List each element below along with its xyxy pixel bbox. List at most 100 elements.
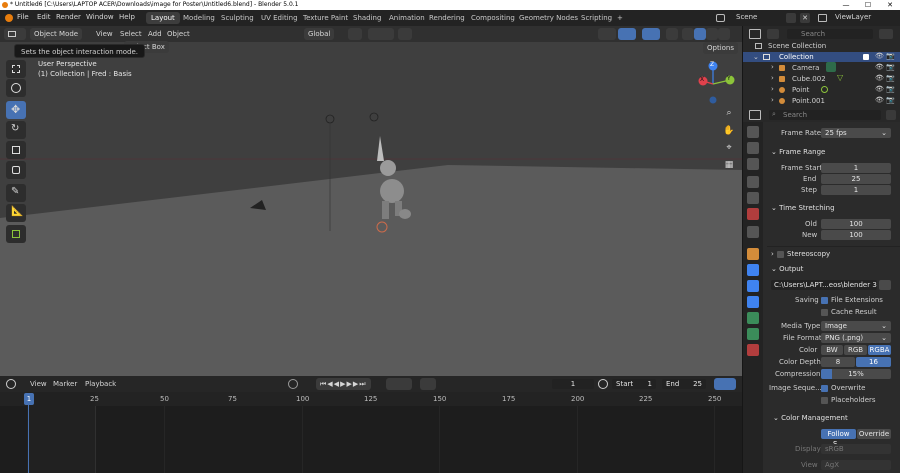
old-field[interactable]: 100: [821, 219, 891, 229]
collection-eye-icon[interactable]: 👁: [875, 52, 884, 60]
point001-expand-icon[interactable]: ›: [771, 96, 774, 104]
cube-eye-icon[interactable]: 👁: [875, 74, 884, 82]
copy-scene-icon[interactable]: [786, 13, 796, 23]
zoom-view-button[interactable]: ⌕: [722, 106, 736, 120]
output-tab-icon[interactable]: [747, 158, 759, 170]
cube-mesh-icon[interactable]: ▽: [837, 73, 843, 82]
override-button[interactable]: Override: [857, 429, 891, 439]
menu-file[interactable]: File: [17, 13, 29, 21]
frame-range-header[interactable]: ⌄ Frame Range: [771, 148, 825, 156]
frame-step-field[interactable]: 1: [821, 185, 891, 195]
color-rgb-button[interactable]: RGB: [844, 345, 867, 355]
xray-icon[interactable]: [666, 28, 678, 40]
tab-geometry-nodes[interactable]: Geometry Nodes: [514, 12, 583, 24]
point001-eye-icon[interactable]: 👁: [875, 96, 884, 104]
follow-scene-button[interactable]: Follow S...: [821, 429, 856, 448]
outliner-editor-icon[interactable]: [749, 29, 761, 39]
properties-search-input[interactable]: Search: [769, 110, 881, 120]
playback-controls[interactable]: ⏮◀◀▶▶▶⏭: [316, 378, 371, 390]
point-light-2[interactable]: [369, 112, 379, 122]
tab-modeling[interactable]: Modeling: [178, 12, 220, 24]
frame-end-field[interactable]: 25: [821, 174, 891, 184]
auto-keying-icon[interactable]: [420, 378, 436, 390]
color-management-header[interactable]: ⌄ Color Management: [773, 414, 848, 422]
point001-render-icon[interactable]: 📷: [886, 96, 895, 104]
world-tab-icon[interactable]: [747, 208, 759, 220]
color-rgba-button[interactable]: RGBA: [868, 345, 891, 355]
tab-layout[interactable]: Layout: [146, 12, 180, 24]
tab-compositing[interactable]: Compositing: [466, 12, 520, 24]
visibility-icon[interactable]: [598, 28, 616, 40]
point-expand-icon[interactable]: ›: [771, 85, 774, 93]
tool-cursor[interactable]: [6, 79, 26, 97]
scene-tab-icon[interactable]: [747, 192, 759, 204]
playhead-marker[interactable]: 1: [24, 393, 34, 405]
depth-16-button[interactable]: 16: [856, 357, 891, 367]
output-path-field[interactable]: C:\Users\LAPT...eos\blender 3d\: [771, 280, 877, 290]
point-light-1[interactable]: [325, 114, 335, 124]
keyframe-nav-icon[interactable]: [386, 378, 412, 390]
clock-icon[interactable]: [6, 379, 16, 389]
color-bw-button[interactable]: BW: [821, 345, 843, 355]
editor-type-button[interactable]: [4, 28, 26, 40]
tool-scale[interactable]: [6, 141, 26, 159]
tab-uv-editing[interactable]: UV Editing: [256, 12, 303, 24]
outliner-funnel-icon[interactable]: [879, 29, 893, 39]
render-tab-icon[interactable]: [747, 142, 759, 154]
outliner-item-point[interactable]: Point: [792, 86, 809, 94]
minimize-button[interactable]: —: [836, 0, 856, 10]
collection-checkbox-icon[interactable]: [863, 54, 869, 60]
camera-data-icon[interactable]: [826, 62, 836, 72]
tab-rendering[interactable]: Rendering: [424, 12, 470, 24]
mode-dropdown[interactable]: Object Mode: [30, 28, 83, 40]
point-eye-icon[interactable]: 👁: [875, 85, 884, 93]
tool-transform[interactable]: [6, 161, 26, 179]
camera-view-button[interactable]: ⌖: [722, 141, 736, 155]
collection-tab-icon[interactable]: [747, 226, 759, 238]
view-layer-name[interactable]: ViewLayer: [835, 13, 871, 21]
tool-add-cube[interactable]: [6, 225, 26, 243]
pivot-icon[interactable]: [348, 28, 362, 40]
modifier-tab-icon[interactable]: [747, 264, 759, 276]
particles-tab-icon[interactable]: [747, 280, 759, 292]
outliner-item-point001[interactable]: Point.001: [792, 97, 825, 105]
timeline-editor[interactable]: View Marker Playback ⏮◀◀▶▶▶⏭ 1 Start 1 E…: [0, 376, 742, 473]
time-stretching-header[interactable]: ⌄ Time Stretching: [771, 204, 835, 212]
cache-result-checkbox[interactable]: [821, 309, 828, 316]
cube-expand-icon[interactable]: ›: [771, 74, 774, 82]
stopwatch-icon[interactable]: [598, 379, 608, 389]
stereoscopy-header[interactable]: ›: [771, 250, 774, 258]
folder-icon[interactable]: [879, 280, 891, 290]
scene-name[interactable]: Scene: [736, 13, 757, 21]
frame-rate-dropdown[interactable]: 25 fps ⌄: [821, 128, 891, 138]
data-tab-icon[interactable]: [747, 328, 759, 340]
options-dropdown[interactable]: Options: [703, 42, 739, 54]
outliner-item-cube[interactable]: Cube.002: [792, 75, 826, 83]
collection-expand-icon[interactable]: ⌄: [753, 53, 759, 61]
navigation-gizmo[interactable]: Z Y X: [688, 60, 738, 110]
file-format-dropdown[interactable]: PNG (.png) ⌄: [821, 333, 891, 343]
maximize-button[interactable]: ☐: [858, 0, 878, 10]
overlay-toggle-icon[interactable]: [642, 28, 660, 40]
camera-eye-icon[interactable]: 👁: [875, 63, 884, 71]
start-frame-field[interactable]: Start 1: [612, 379, 656, 389]
tool-move[interactable]: ✥: [6, 101, 26, 119]
collection-label[interactable]: Collection: [779, 53, 814, 61]
stereoscopy-checkbox[interactable]: [777, 251, 784, 258]
properties-editor[interactable]: Search ⌕ Frame Rate 25 fps ⌄ ⌄ Frame Rang…: [742, 108, 900, 473]
collection-camera-icon[interactable]: 📷: [886, 52, 895, 60]
shading-solid-icon[interactable]: [694, 28, 706, 40]
timeline-menu-marker[interactable]: Marker: [49, 378, 81, 390]
transform-orientation-dropdown[interactable]: Global: [304, 28, 335, 40]
outliner-filter-icon[interactable]: [767, 29, 779, 39]
output-header[interactable]: ⌄ Output: [771, 265, 803, 273]
tab-scripting[interactable]: Scripting: [576, 12, 617, 24]
view-dropdown[interactable]: AgX: [821, 460, 891, 470]
material-tab-icon[interactable]: [747, 344, 759, 356]
pin-icon[interactable]: [886, 110, 896, 120]
camera-render-icon[interactable]: 📷: [886, 63, 895, 71]
viewport-menu-select[interactable]: Select: [116, 28, 146, 40]
tool-measure[interactable]: 📐: [6, 204, 26, 222]
tool-annotate[interactable]: ✎: [6, 184, 26, 202]
timeline-menu-view[interactable]: View: [26, 378, 51, 390]
